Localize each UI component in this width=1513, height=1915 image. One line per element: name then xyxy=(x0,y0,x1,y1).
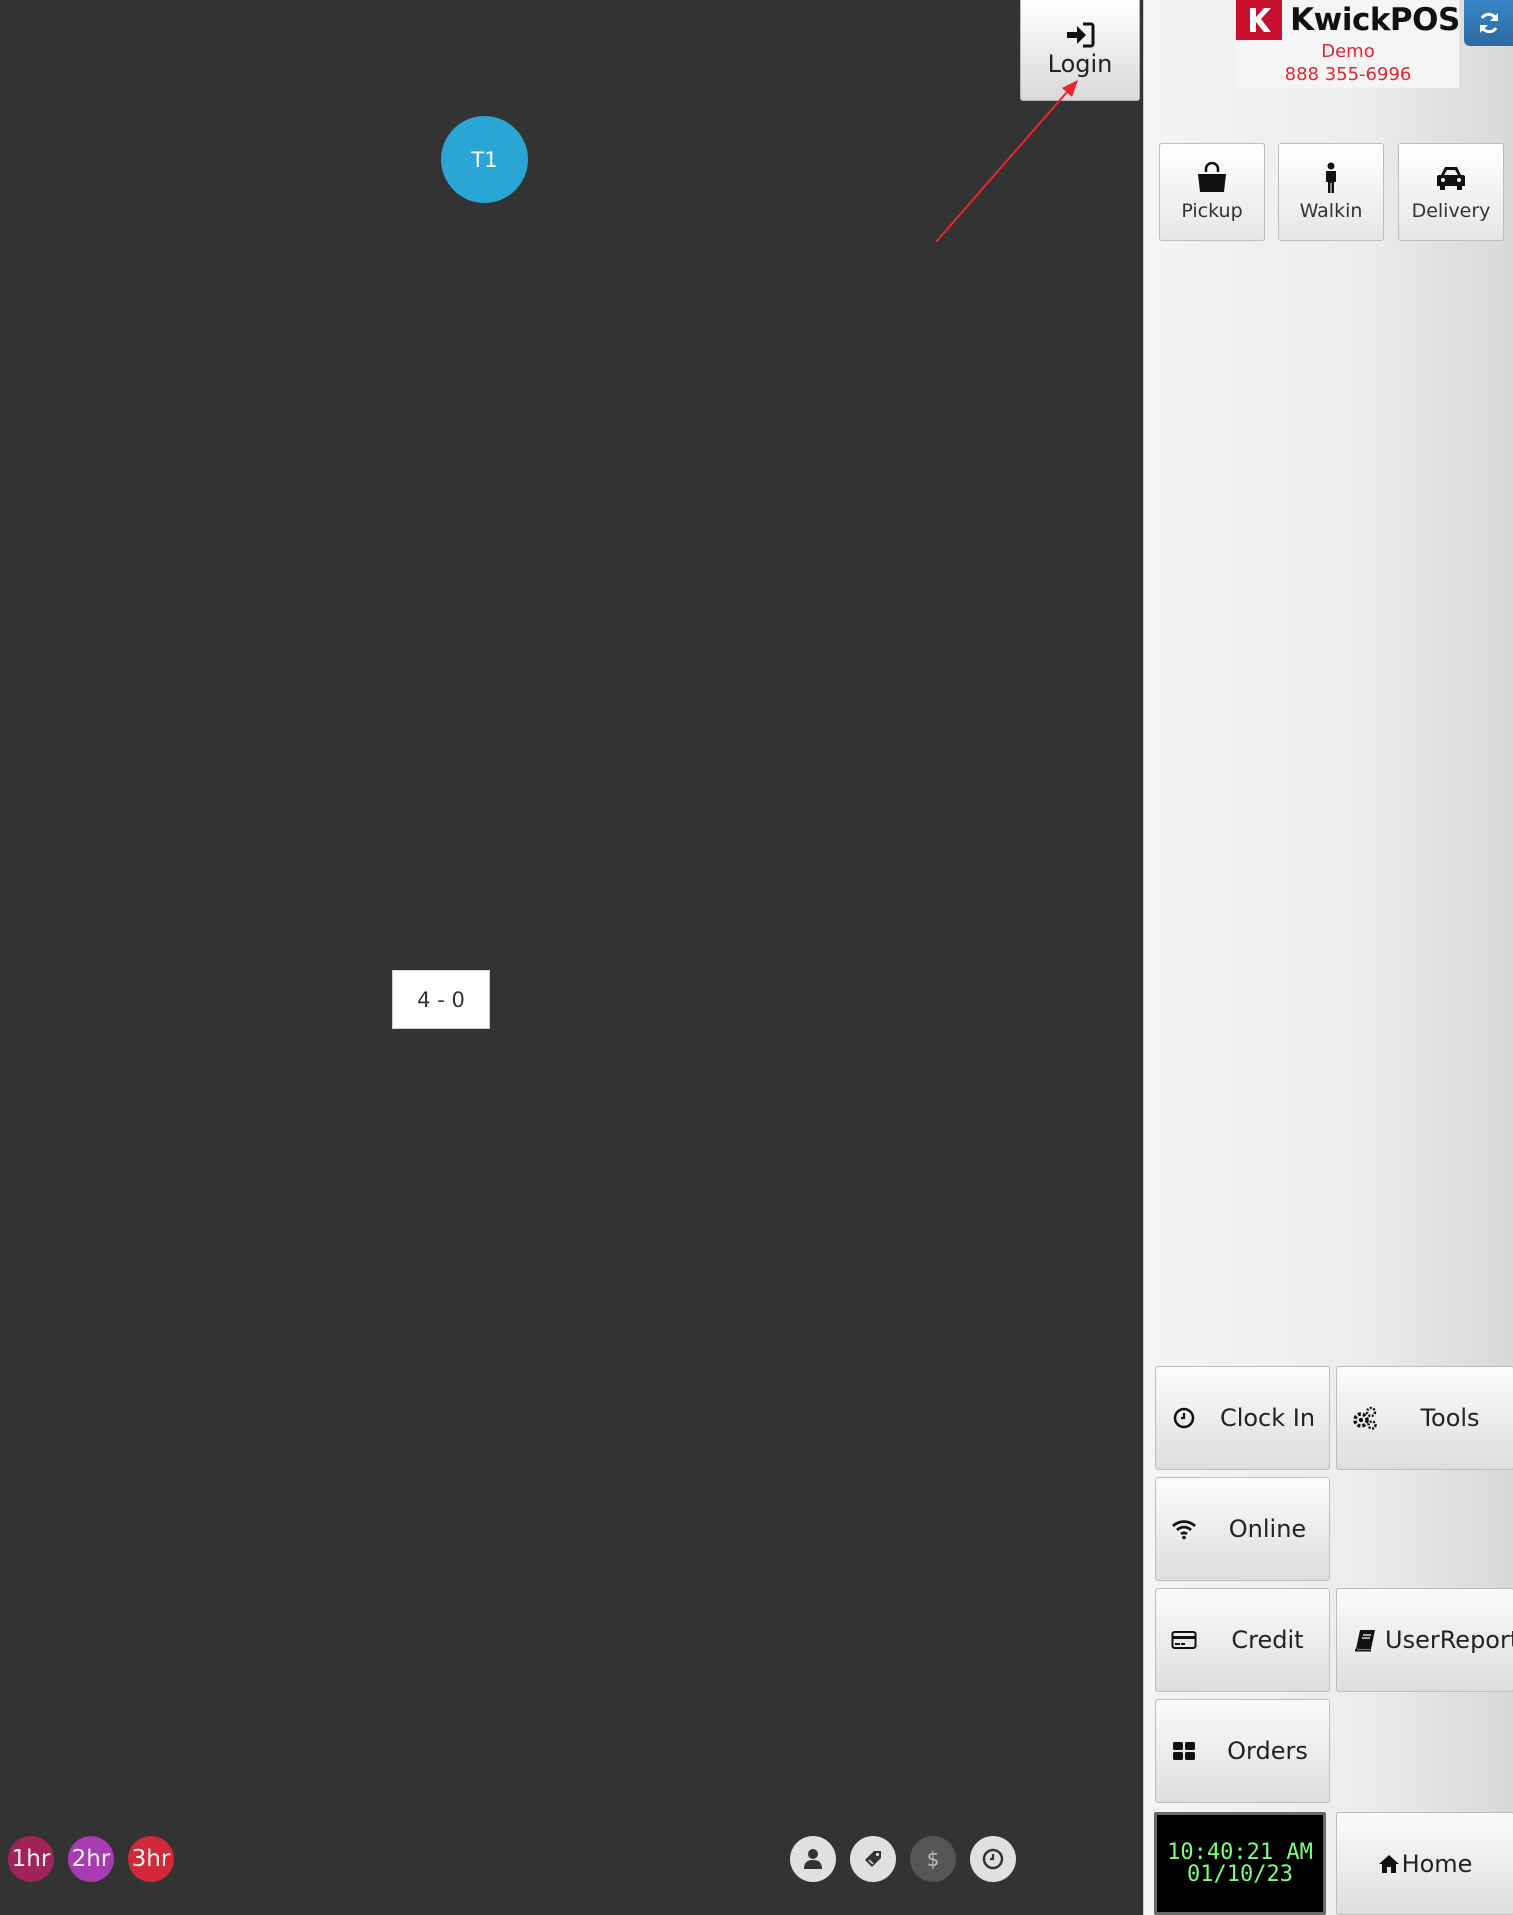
pickup-label: Pickup xyxy=(1181,200,1243,222)
clock-in-button[interactable]: Clock In xyxy=(1155,1366,1330,1470)
credit-button[interactable]: Credit xyxy=(1155,1588,1330,1692)
shopping-bag-icon xyxy=(1198,162,1226,192)
section-label: 4 - 0 xyxy=(392,970,490,1029)
grid-icon xyxy=(1173,1742,1195,1760)
home-button[interactable]: Home xyxy=(1336,1812,1513,1915)
filter-tag-button[interactable] xyxy=(850,1836,896,1882)
clock-icon xyxy=(982,1848,1004,1870)
online-label: Online xyxy=(1228,1515,1307,1543)
walkin-button[interactable]: Walkin xyxy=(1278,143,1384,241)
timer-3hr-label: 3hr xyxy=(131,1846,171,1872)
refresh-button[interactable] xyxy=(1464,0,1513,46)
credit-label: Credit xyxy=(1231,1626,1304,1654)
tools-button[interactable]: Tools xyxy=(1336,1366,1513,1470)
timer-2hr-label: 2hr xyxy=(71,1846,111,1872)
clock-date: 01/10/23 xyxy=(1187,1861,1293,1887)
credit-card-icon xyxy=(1171,1631,1197,1649)
tag-icon xyxy=(865,1851,881,1867)
brand-phone: 888 355-6996 xyxy=(1284,64,1412,85)
online-button[interactable]: Online xyxy=(1155,1477,1330,1581)
user-icon xyxy=(804,1849,822,1869)
kwickpos-logo xyxy=(1236,0,1283,40)
svg-text:$: $ xyxy=(927,1847,940,1871)
floor-plan: Login T1 4 - 0 1hr 2hr 3hr $ xyxy=(0,0,1143,1915)
orders-label: Orders xyxy=(1227,1737,1308,1765)
filter-user-button[interactable] xyxy=(790,1836,836,1882)
user-report-label: UserReport xyxy=(1385,1626,1513,1654)
timer-1hr-label: 1hr xyxy=(11,1846,51,1872)
brand-name: KwickPOS xyxy=(1290,2,1460,38)
timer-1hr[interactable]: 1hr xyxy=(8,1836,54,1882)
table-t1-label: T1 xyxy=(471,147,498,172)
timer-2hr[interactable]: 2hr xyxy=(68,1836,114,1882)
car-icon xyxy=(1437,167,1465,190)
wifi-icon xyxy=(1172,1520,1196,1540)
gears-icon xyxy=(1353,1406,1377,1430)
orders-button[interactable]: Orders xyxy=(1155,1699,1330,1803)
refresh-icon xyxy=(1480,12,1498,34)
pickup-button[interactable]: Pickup xyxy=(1159,143,1265,241)
filter-dollar-button[interactable]: $ xyxy=(910,1836,956,1882)
clock-in-label: Clock In xyxy=(1219,1404,1316,1432)
clock-time: 10:40:21 AM xyxy=(1167,1839,1313,1865)
brand-subtitle: Demo xyxy=(1321,41,1375,62)
annotation-arrow xyxy=(935,80,1078,243)
clock-icon xyxy=(1173,1407,1195,1429)
digital-clock: 10:40:21 AM 01/10/23 xyxy=(1154,1812,1326,1915)
k-logo-icon xyxy=(1250,8,1272,32)
home-icon xyxy=(1378,1854,1399,1873)
tools-label: Tools xyxy=(1420,1404,1480,1432)
home-label: Home xyxy=(1401,1849,1473,1878)
section-label-text: 4 - 0 xyxy=(417,987,465,1012)
sign-in-icon xyxy=(1067,22,1095,48)
dollar-icon: $ xyxy=(927,1847,940,1871)
table-t1[interactable]: T1 xyxy=(441,116,528,203)
timer-3hr[interactable]: 3hr xyxy=(128,1836,174,1882)
book-icon xyxy=(1355,1630,1375,1652)
user-report-button[interactable]: UserReport xyxy=(1336,1588,1513,1692)
delivery-button[interactable]: Delivery xyxy=(1398,143,1504,241)
walkin-label: Walkin xyxy=(1299,200,1363,222)
brand-header: KwickPOS Demo 888 355-6996 xyxy=(1236,0,1460,88)
filter-clock-button[interactable] xyxy=(970,1836,1016,1882)
delivery-label: Delivery xyxy=(1411,200,1491,222)
side-panel: KwickPOS Demo 888 355-6996 Pickup Walkin xyxy=(1143,0,1513,1915)
person-icon xyxy=(1326,162,1336,193)
